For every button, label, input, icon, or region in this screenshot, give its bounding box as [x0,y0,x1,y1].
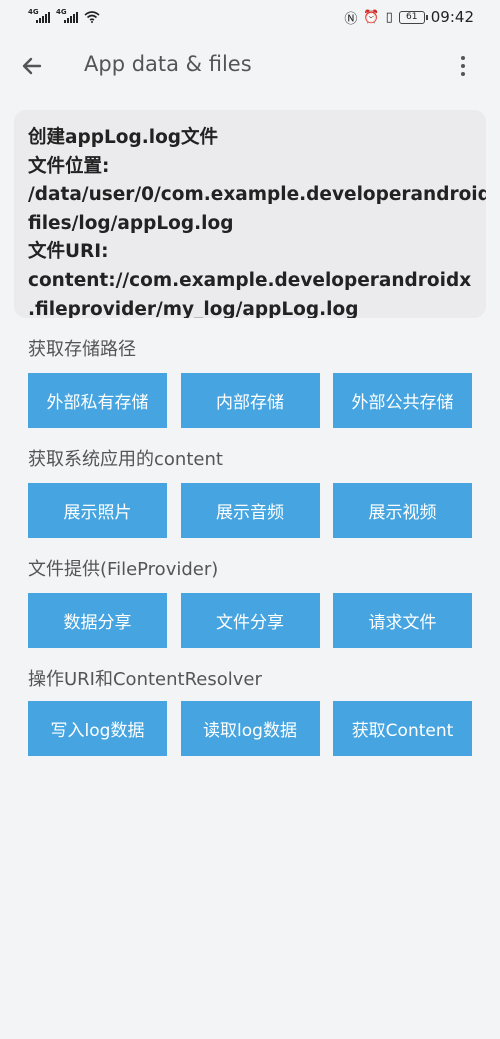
back-button[interactable] [16,50,48,82]
log-line: 创建appLog.log文件 [28,127,219,148]
write-log-button[interactable]: 写入log数据 [28,701,167,756]
internal-storage-button[interactable]: 内部存储 [180,373,320,428]
share-data-button[interactable]: 数据分享 [28,593,167,648]
nfc-icon: Ⓝ [344,11,358,27]
button-row-storage-path: 外部私有存储 内部存储 外部公共存储 [28,373,472,428]
section-label-storage-path: 获取存储路径 [28,339,136,360]
status-right: Ⓝ ⏰ ▯ 61 09:42 [344,8,474,27]
clock: 09:42 [430,8,474,26]
status-bar: 4G 4G Ⓝ ⏰ ▯ 61 09:42 [0,0,500,34]
arrow-back-icon [22,57,42,75]
alarm-icon: ⏰ [363,9,380,25]
vibrate-icon: ▯ [385,9,393,25]
page-title: App data & files [84,52,252,76]
battery-icon: 61 [398,10,428,24]
external-public-storage-button[interactable]: 外部公共存储 [333,373,472,428]
button-row-file-provider: 数据分享 文件分享 请求文件 [28,593,472,648]
button-row-content-resolver: 写入log数据 读取log数据 获取Content [28,701,472,756]
log-line: 文件URI: [28,241,109,263]
section-label-content-resolver: 操作URI和ContentResolver [28,669,262,690]
show-video-button[interactable]: 展示视频 [333,483,472,538]
button-row-system-content: 展示照片 展示音频 展示视频 [28,483,472,538]
more-options-button[interactable] [452,50,474,82]
status-left: 4G 4G [28,8,100,23]
network-type-label: 4G [56,8,67,16]
network-type-label: 4G [28,8,39,16]
wifi-icon [84,11,100,23]
show-audio-button[interactable]: 展示音频 [180,483,320,538]
read-log-button[interactable]: 读取log数据 [180,701,320,756]
section-label-file-provider: 文件提供(FileProvider) [28,559,219,580]
log-line: files/log/appLog.log [28,212,234,234]
log-line: .fileprovider/my_log/appLog.log [28,298,359,318]
log-line: 文件位置: [28,155,110,177]
log-line: /data/user/0/com.example.developerandroi… [28,184,486,206]
log-line: content://com.example.developerandroidx [28,269,472,291]
get-content-button[interactable]: 获取Content [333,701,472,756]
section-label-system-content: 获取系统应用的content [28,449,223,470]
request-file-button[interactable]: 请求文件 [333,593,472,648]
share-file-button[interactable]: 文件分享 [180,593,320,648]
app-toolbar: App data & files [0,38,500,94]
signal-icon: 4G [56,8,78,23]
more-vert-icon [461,56,465,60]
signal-icon: 4G [28,8,50,23]
log-output-card[interactable]: 创建appLog.log文件 文件位置: /data/user/0/com.ex… [14,110,486,318]
battery-level: 61 [406,12,418,22]
external-private-storage-button[interactable]: 外部私有存储 [28,373,167,428]
show-photos-button[interactable]: 展示照片 [28,483,167,538]
